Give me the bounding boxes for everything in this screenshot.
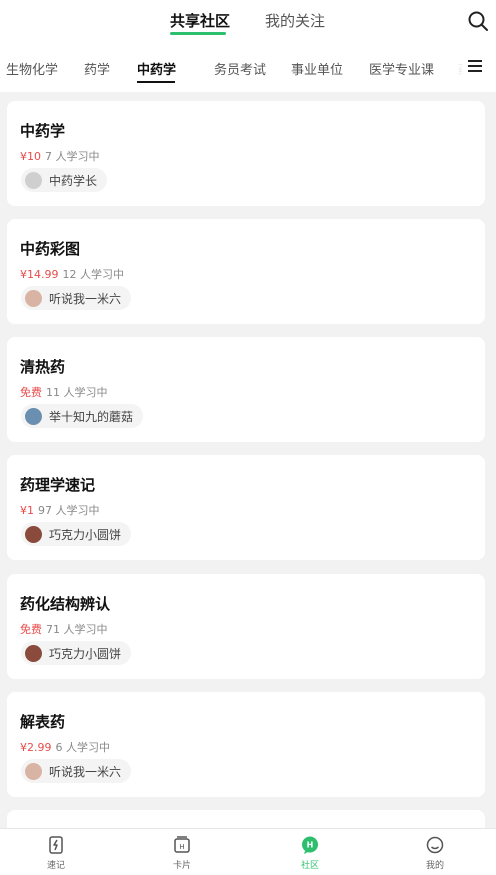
author-chip[interactable]: 听说我一米六 xyxy=(21,759,132,783)
nav-label: 我的 xyxy=(425,861,444,871)
author-chip[interactable]: 听说我一米六 xyxy=(21,286,132,310)
course-learners: 7 人学习中 xyxy=(45,150,100,163)
course-title: 中药彩图 xyxy=(20,240,81,258)
author-name: 听说我一米六 xyxy=(49,764,122,779)
category-tab-chinese-medicine[interactable]: 中药学 xyxy=(137,59,176,78)
author-chip[interactable]: 巧克力小圆饼 xyxy=(21,522,132,546)
author-name: 中药学长 xyxy=(49,173,98,188)
category-tab-pharmacy[interactable]: 药学 xyxy=(84,59,110,78)
avatar xyxy=(25,644,42,662)
top-bar: 共享社区 我的关注 xyxy=(0,0,496,44)
community-icon: H xyxy=(302,836,318,854)
active-category-indicator xyxy=(137,81,175,83)
avatar xyxy=(25,762,42,780)
course-learners: 11 人学习中 xyxy=(46,386,108,399)
course-learners: 97 人学习中 xyxy=(38,504,100,517)
author-chip[interactable]: 巧克力小圆饼 xyxy=(21,641,132,665)
category-tab-biochemistry[interactable]: 生物化学 xyxy=(6,59,58,78)
nav-label: 卡片 xyxy=(172,861,191,871)
course-price: ¥14.99 xyxy=(20,268,59,281)
course-meta: ¥14.99 12 人学习中 xyxy=(20,266,124,282)
course-card[interactable]: 中药彩图 ¥14.99 12 人学习中 听说我一米六 xyxy=(7,219,485,324)
nav-community[interactable]: H 社区 xyxy=(280,833,340,875)
course-card[interactable]: 清热药 免费 11 人学习中 举十知九的蘑菇 xyxy=(7,337,485,442)
author-chip[interactable]: 中药学长 xyxy=(21,168,108,192)
author-name: 巧克力小圆饼 xyxy=(49,646,122,661)
course-card[interactable]: 中药学 ¥10 7 人学习中 中药学长 xyxy=(7,101,485,206)
avatar xyxy=(25,407,42,425)
course-card[interactable]: 药化结构辨认 免费 71 人学习中 巧克力小圆饼 xyxy=(7,574,485,679)
course-meta: 免费 11 人学习中 xyxy=(20,384,108,400)
nav-profile[interactable]: 我的 xyxy=(405,833,465,875)
svg-text:H: H xyxy=(179,843,184,851)
search-icon[interactable] xyxy=(466,9,490,33)
avatar xyxy=(25,525,42,543)
svg-text:H: H xyxy=(307,841,314,850)
course-card[interactable]: 药理学速记 ¥1 97 人学习中 巧克力小圆饼 xyxy=(7,455,485,560)
card-icon: H xyxy=(174,836,190,853)
category-bar: 生物化学 药学 中药学 务员考试 事业单位 医学专业课 药 xyxy=(0,44,496,92)
category-tab-civil-service[interactable]: 务员考试 xyxy=(214,59,266,78)
course-price: 免费 xyxy=(20,623,42,636)
active-tab-indicator xyxy=(170,32,226,35)
course-title: 解表药 xyxy=(20,713,66,731)
category-tab-public-institution[interactable]: 事业单位 xyxy=(291,59,343,78)
tab-my-follow[interactable]: 我的关注 xyxy=(265,10,325,31)
nav-label: 速记 xyxy=(46,861,65,871)
course-learners: 71 人学习中 xyxy=(46,623,108,636)
course-price: ¥1 xyxy=(20,504,34,517)
nav-label: 社区 xyxy=(300,861,319,871)
nav-cards[interactable]: H 卡片 xyxy=(152,833,212,875)
course-learners: 12 人学习中 xyxy=(62,268,125,281)
course-meta: 免费 71 人学习中 xyxy=(20,621,108,637)
course-meta: ¥1 97 人学习中 xyxy=(20,502,100,518)
course-title: 药化结构辨认 xyxy=(20,595,111,613)
tab-share-community[interactable]: 共享社区 xyxy=(170,10,230,31)
course-meta: ¥2.99 6 人学习中 xyxy=(20,739,110,755)
course-price: ¥10 xyxy=(20,150,41,163)
category-tab-medical-course[interactable]: 医学专业课 xyxy=(369,59,434,78)
flash-note-icon xyxy=(49,836,63,854)
avatar xyxy=(25,171,42,189)
author-name: 巧克力小圆饼 xyxy=(49,527,122,542)
author-name: 举十知九的蘑菇 xyxy=(49,409,134,424)
author-chip[interactable]: 举十知九的蘑菇 xyxy=(21,404,144,428)
avatar xyxy=(25,289,42,307)
course-title: 中药学 xyxy=(20,122,66,140)
course-price: ¥2.99 xyxy=(20,741,52,754)
course-title: 清热药 xyxy=(20,358,66,376)
course-learners: 6 人学习中 xyxy=(55,741,111,754)
nav-flash-notes[interactable]: 速记 xyxy=(26,833,86,875)
menu-icon[interactable] xyxy=(468,60,486,76)
author-name: 听说我一米六 xyxy=(49,291,122,306)
course-card[interactable]: 解表药 ¥2.99 6 人学习中 听说我一米六 xyxy=(7,692,485,797)
course-title: 药理学速记 xyxy=(20,476,96,494)
course-price: 免费 xyxy=(20,386,42,399)
bottom-nav: 速记 H 卡片 H 社区 我的 xyxy=(0,828,496,875)
profile-icon xyxy=(426,836,444,854)
course-meta: ¥10 7 人学习中 xyxy=(20,148,100,164)
